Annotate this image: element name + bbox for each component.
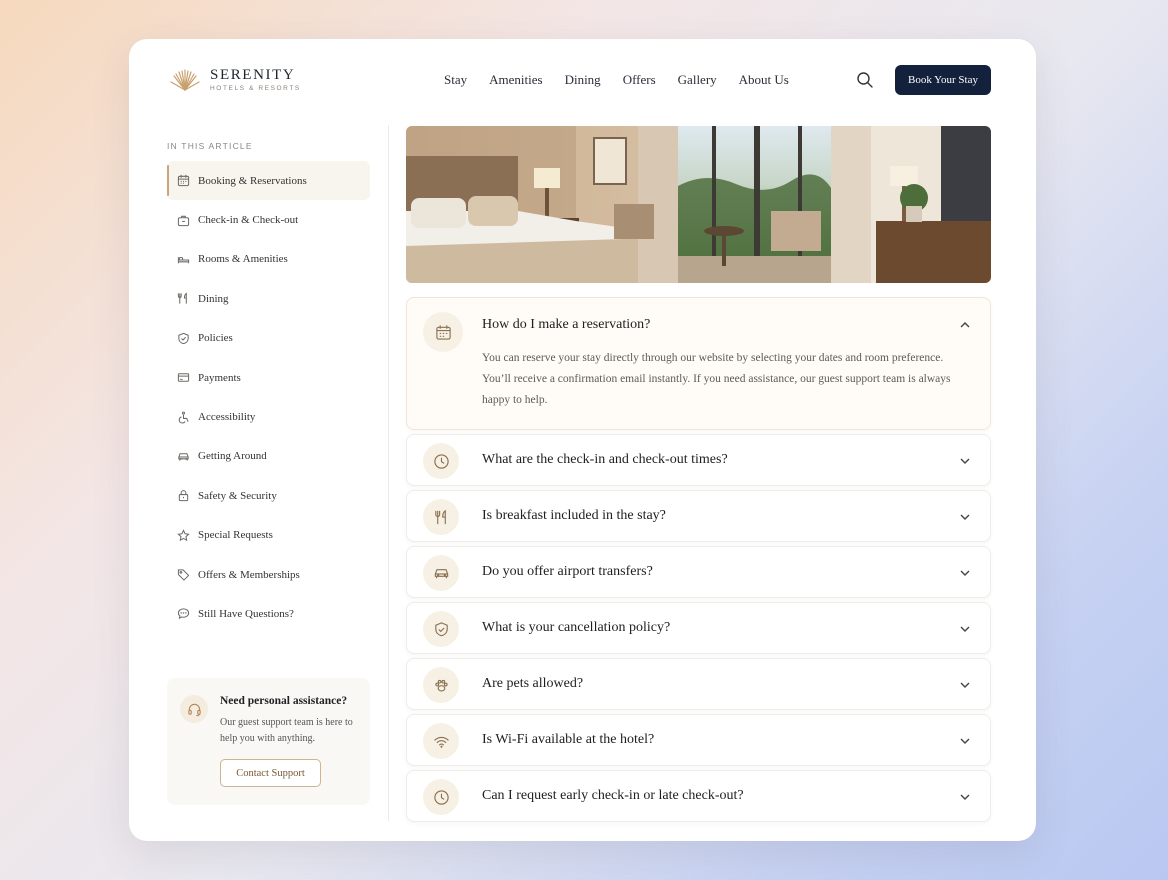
bed-icon bbox=[177, 253, 190, 266]
utensils-icon bbox=[423, 499, 459, 535]
hotel-room-image bbox=[406, 126, 991, 283]
paw-icon bbox=[423, 667, 459, 703]
nav-gallery[interactable]: Gallery bbox=[678, 72, 717, 88]
faq-question: Is breakfast included in the stay? bbox=[482, 508, 666, 523]
fan-logo-icon bbox=[170, 69, 200, 91]
faq-question: What are the check-in and check-out time… bbox=[482, 452, 728, 467]
nav-amenities[interactable]: Amenities bbox=[489, 72, 542, 88]
faq-question: Is Wi-Fi available at the hotel? bbox=[482, 732, 655, 747]
sidebar-item-label: Rooms & Amenities bbox=[198, 253, 288, 266]
brand-name: SERENITY bbox=[210, 67, 296, 83]
nav-about-us[interactable]: About Us bbox=[739, 72, 789, 88]
sidebar-item-accessibility[interactable]: Accessibility bbox=[167, 397, 370, 436]
sidebar-item-label: Check-in & Check-out bbox=[198, 214, 299, 227]
sidebar-item-label: Policies bbox=[198, 332, 233, 345]
sidebar-item-payments[interactable]: Payments bbox=[167, 358, 370, 397]
faq-item[interactable]: Are pets allowed? bbox=[406, 658, 991, 710]
faq-item[interactable]: What are the check-in and check-out time… bbox=[406, 434, 991, 486]
calendar-icon bbox=[177, 174, 190, 187]
assistance-card: Need personal assistance? Our guest supp… bbox=[167, 678, 370, 805]
assistance-title: Need personal assistance? bbox=[220, 695, 348, 707]
chevron-down-icon[interactable] bbox=[958, 510, 972, 524]
chat-icon bbox=[177, 607, 190, 620]
sidebar-item-special-requests[interactable]: Special Requests bbox=[167, 516, 370, 555]
assistance-text: Our guest support team is here to help y… bbox=[220, 717, 353, 744]
lock-icon bbox=[177, 489, 190, 502]
sidebar-item-policies[interactable]: Policies bbox=[167, 319, 370, 358]
calendar-icon bbox=[423, 312, 463, 352]
sidebar-item-getting-around[interactable]: Getting Around bbox=[167, 437, 370, 476]
car-icon bbox=[177, 450, 190, 463]
sidebar-item-label: Offers & Memberships bbox=[198, 568, 300, 581]
faq-item[interactable]: Can I request early check-in or late che… bbox=[406, 770, 991, 822]
suitcase-icon bbox=[177, 214, 190, 227]
contact-support-button[interactable]: Contact Support bbox=[220, 759, 321, 787]
faq-question: What is your cancellation policy? bbox=[482, 620, 671, 635]
sidebar-item-safety-security[interactable]: Safety & Security bbox=[167, 476, 370, 515]
shield-check-icon bbox=[423, 611, 459, 647]
search-icon[interactable] bbox=[856, 71, 874, 89]
sidebar-item-offers-memberships[interactable]: Offers & Memberships bbox=[167, 555, 370, 594]
shield-icon bbox=[177, 332, 190, 345]
sidebar-item-check-in-check-out[interactable]: Check-in & Check-out bbox=[167, 200, 370, 239]
sidebar-item-label: Accessibility bbox=[198, 411, 256, 424]
sidebar-item-still-have-questions[interactable]: Still Have Questions? bbox=[167, 594, 370, 633]
main-card: SERENITY HOTELS & RESORTS Stay Amenities… bbox=[129, 39, 1036, 841]
chevron-down-icon[interactable] bbox=[958, 678, 972, 692]
brand-logo[interactable]: SERENITY HOTELS & RESORTS bbox=[169, 66, 301, 94]
chevron-down-icon[interactable] bbox=[958, 454, 972, 468]
sidebar-item-booking-reservations[interactable]: Booking & Reservations bbox=[167, 161, 370, 201]
sidebar-item-label: Dining bbox=[198, 292, 229, 305]
tag-icon bbox=[177, 568, 190, 581]
clock-icon bbox=[423, 443, 459, 479]
chevron-down-icon[interactable] bbox=[958, 790, 972, 804]
faq-question: Can I request early check-in or late che… bbox=[482, 788, 744, 803]
faq-question: Are pets allowed? bbox=[482, 676, 584, 691]
faq-item[interactable]: What is your cancellation policy? bbox=[406, 602, 991, 654]
sidebar-item-dining[interactable]: Dining bbox=[167, 279, 370, 318]
wheelchair-icon bbox=[177, 411, 190, 424]
sidebar-item-label: Safety & Security bbox=[198, 489, 277, 502]
faq-item[interactable]: Is breakfast included in the stay? bbox=[406, 490, 991, 542]
sidebar-item-label: Booking & Reservations bbox=[198, 174, 307, 187]
sidebar-item-label: Payments bbox=[198, 371, 241, 384]
main-nav: Stay Amenities Dining Offers Gallery Abo… bbox=[444, 72, 811, 88]
brand-tagline: HOTELS & RESORTS bbox=[210, 85, 301, 92]
faq-answer: You can reserve your stay directly throu… bbox=[482, 352, 951, 406]
faq-item[interactable]: Is Wi-Fi available at the hotel? bbox=[406, 714, 991, 766]
clock-icon bbox=[423, 779, 459, 815]
headset-icon bbox=[180, 695, 208, 723]
sidebar-item-label: Getting Around bbox=[198, 450, 267, 463]
credit-card-icon bbox=[177, 371, 190, 384]
sidebar-heading: IN THIS ARTICLE bbox=[167, 141, 253, 151]
utensils-icon bbox=[177, 292, 190, 305]
car-icon bbox=[423, 555, 459, 591]
sidebar-nav: Booking & Reservations Check-in & Check-… bbox=[167, 161, 370, 634]
faq-item[interactable]: Do you offer airport transfers? bbox=[406, 546, 991, 598]
sidebar-item-label: Still Have Questions? bbox=[198, 607, 294, 620]
chevron-down-icon[interactable] bbox=[958, 566, 972, 580]
nav-stay[interactable]: Stay bbox=[444, 72, 467, 88]
chevron-down-icon[interactable] bbox=[958, 734, 972, 748]
book-your-stay-button[interactable]: Book Your Stay bbox=[895, 65, 991, 95]
faq-question: How do I make a reservation? bbox=[482, 317, 651, 332]
chevron-down-icon[interactable] bbox=[958, 622, 972, 636]
chevron-up-icon[interactable] bbox=[958, 318, 972, 332]
wifi-icon bbox=[423, 723, 459, 759]
sidebar-item-label: Special Requests bbox=[198, 529, 273, 542]
nav-offers[interactable]: Offers bbox=[623, 72, 656, 88]
sidebar-divider bbox=[388, 125, 389, 821]
sidebar-item-rooms-amenities[interactable]: Rooms & Amenities bbox=[167, 240, 370, 279]
nav-dining[interactable]: Dining bbox=[565, 72, 601, 88]
faq-question: Do you offer airport transfers? bbox=[482, 564, 653, 579]
star-icon bbox=[177, 528, 190, 542]
faq-item-open[interactable]: How do I make a reservation? You can res… bbox=[406, 297, 991, 430]
